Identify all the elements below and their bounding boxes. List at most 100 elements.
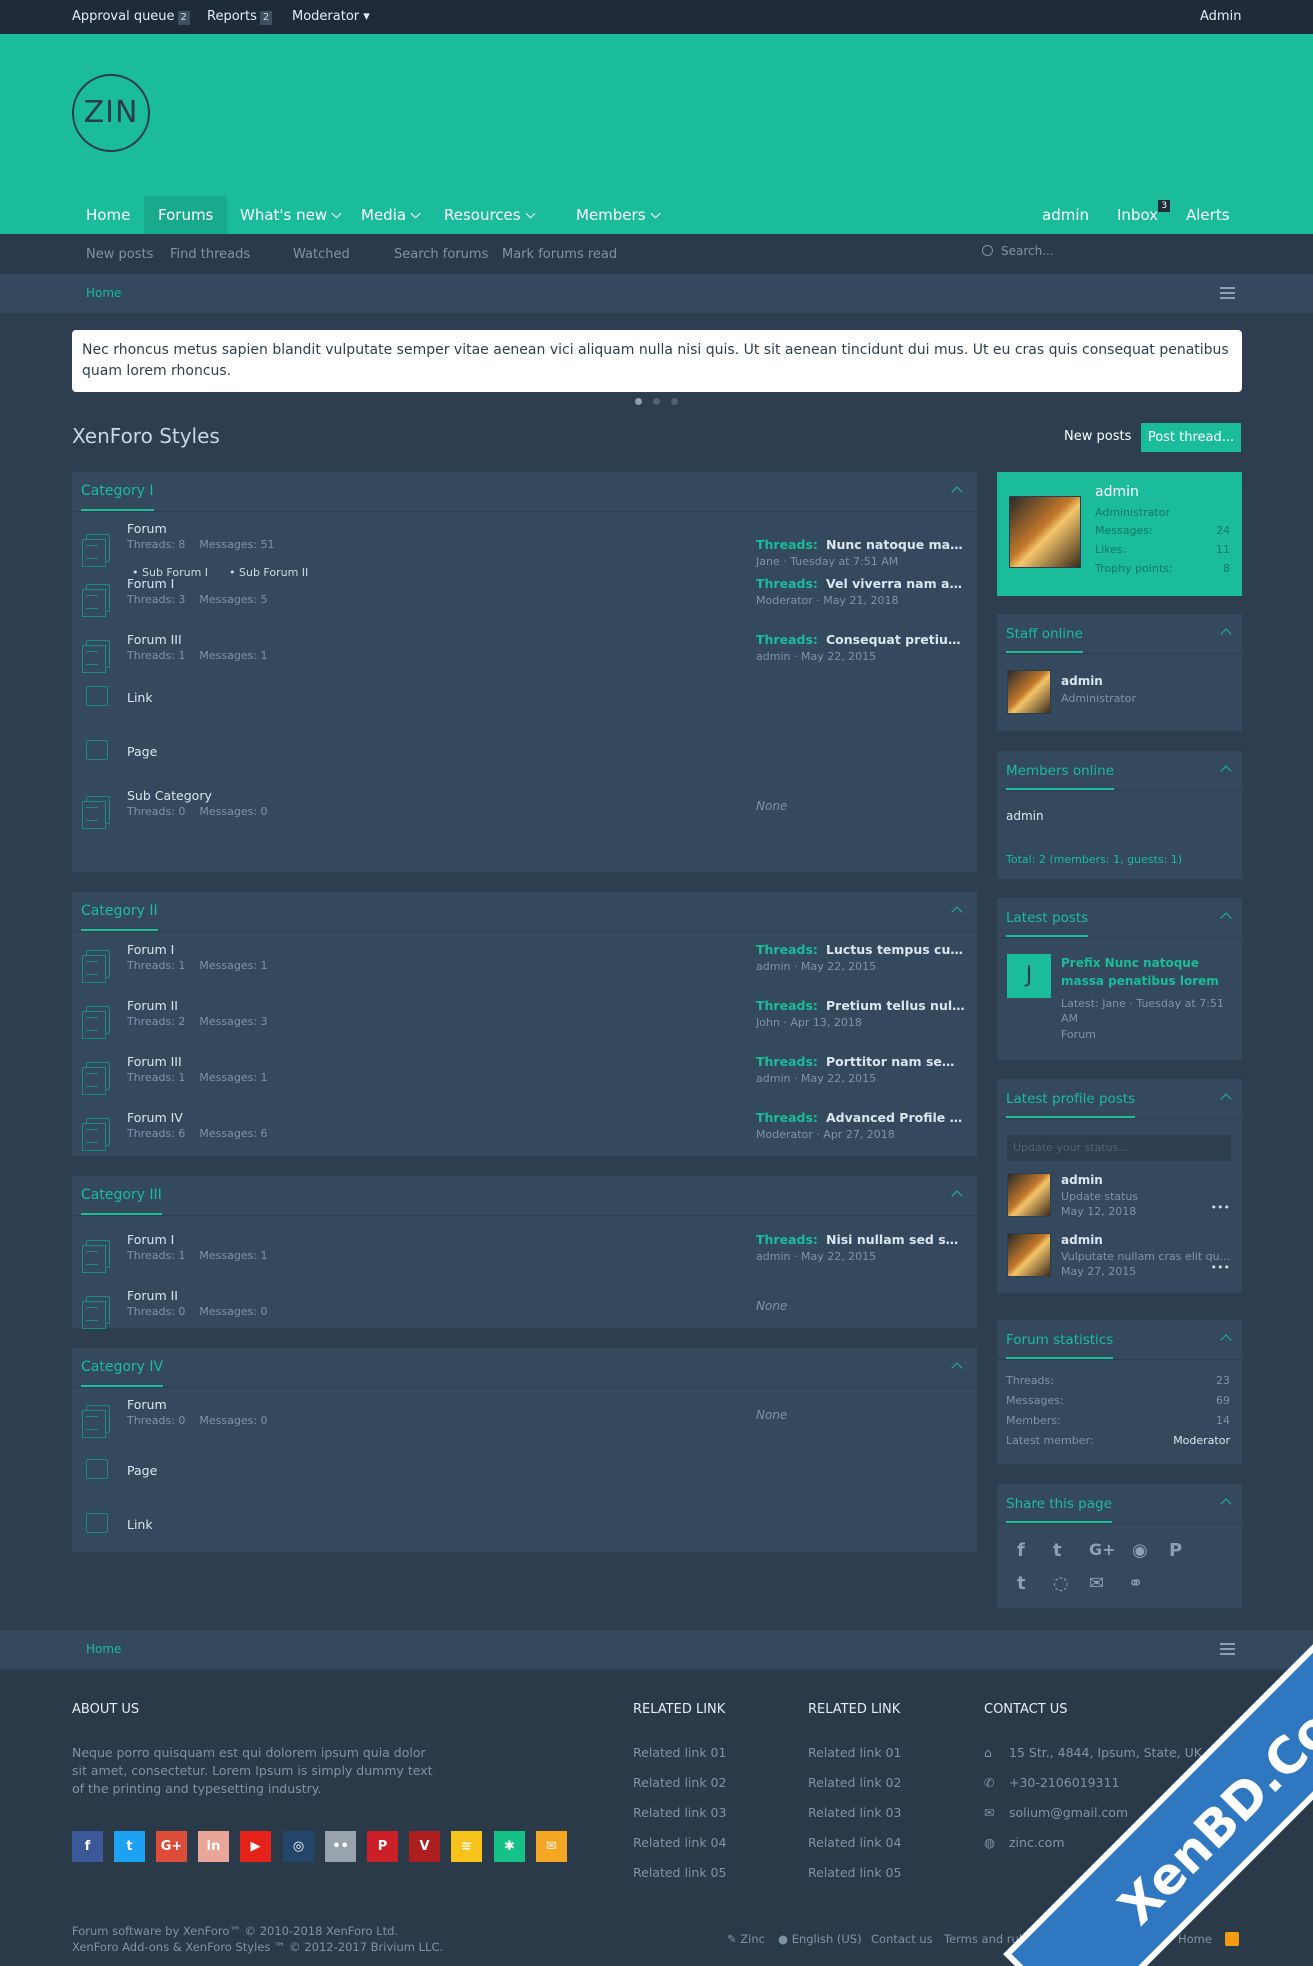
notice-dot[interactable]	[653, 398, 660, 405]
approval-queue-link[interactable]: Approval queue 2	[72, 9, 190, 25]
facebook-icon[interactable]: f	[1017, 1540, 1025, 1561]
help-link[interactable]: Help	[1138, 1932, 1164, 1946]
reports-link[interactable]: Reports 2	[207, 9, 273, 25]
collapse-icon[interactable]	[951, 1190, 963, 1202]
category-title[interactable]: Category I	[81, 483, 154, 511]
terms-link[interactable]: Terms and rules	[944, 1932, 1035, 1946]
related-link[interactable]: Related link 04	[633, 1835, 726, 1850]
more-icon[interactable]: •••	[1211, 1201, 1230, 1214]
breadcrumb-home[interactable]: Home	[86, 286, 121, 300]
home-link[interactable]: Home	[1178, 1932, 1212, 1946]
language-chooser-link[interactable]: ● English (US)	[778, 1932, 862, 1946]
collapse-icon[interactable]	[1220, 912, 1232, 924]
pinterest-icon[interactable]: P	[1169, 1540, 1182, 1561]
rss-icon[interactable]	[1225, 1932, 1239, 1946]
latest-thread-link[interactable]: Luctus tempus cura...	[826, 942, 966, 957]
email-icon[interactable]: ✉	[1089, 1573, 1104, 1594]
category-title[interactable]: Category IV	[81, 1359, 164, 1387]
admin-link[interactable]: Admin	[1200, 9, 1241, 24]
flickr-icon[interactable]: ••	[325, 1831, 356, 1862]
google-plus-icon[interactable]: G+	[156, 1831, 187, 1862]
subnav-search-forums[interactable]: Search forums	[394, 247, 488, 262]
google-plus-icon[interactable]: G+	[1089, 1540, 1116, 1559]
latest-thread-link[interactable]: Pretium tellus nulla ...	[826, 998, 966, 1013]
subnav-find-threads[interactable]: Find threads	[170, 247, 250, 262]
category-title[interactable]: Category II	[81, 903, 158, 931]
related-link[interactable]: Related link 02	[808, 1775, 901, 1790]
related-link[interactable]: Related link 03	[633, 1805, 726, 1820]
latest-thread-link[interactable]: Nisi nullam sed sem ...	[826, 1232, 966, 1247]
nav-media[interactable]: Media	[347, 196, 433, 234]
contact-us-link[interactable]: Contact us	[871, 1932, 933, 1946]
twitter-icon[interactable]: t	[1053, 1540, 1062, 1561]
subnav-new-posts[interactable]: New posts	[86, 247, 153, 262]
xing-icon[interactable]: ✱	[494, 1831, 525, 1862]
tumblr-icon[interactable]: t	[1017, 1573, 1026, 1594]
reddit-icon[interactable]: ◉	[1132, 1540, 1148, 1561]
collapse-icon[interactable]	[1220, 765, 1232, 777]
related-link[interactable]: Related link 03	[808, 1805, 901, 1820]
dribbble-icon[interactable]: ◎	[283, 1831, 314, 1862]
site-logo[interactable]: ZIN	[72, 74, 150, 152]
related-link[interactable]: Related link 01	[633, 1745, 726, 1760]
collapse-icon[interactable]	[951, 906, 963, 918]
nav-inbox[interactable]: Inbox 3	[1103, 196, 1172, 234]
notice-dot-active[interactable]	[635, 398, 642, 405]
nav-user-admin[interactable]: admin	[1028, 196, 1103, 234]
collapse-icon[interactable]	[1220, 1498, 1232, 1510]
latest-post-link[interactable]: Prefix Nunc natoque massa penatibus lore…	[1061, 954, 1231, 990]
status-update-input[interactable]: Update your status...	[1007, 1135, 1231, 1161]
pinterest-icon[interactable]: P	[367, 1831, 398, 1862]
nav-home[interactable]: Home	[72, 196, 144, 234]
related-link[interactable]: Related link 05	[808, 1865, 901, 1880]
style-chooser-link[interactable]: ✎ Zinc	[727, 1932, 765, 1946]
avatar[interactable]	[1007, 1173, 1051, 1217]
whatsapp-icon[interactable]: ◌	[1053, 1573, 1069, 1594]
nav-forums[interactable]: Forums	[144, 196, 228, 234]
notice-dot[interactable]	[671, 398, 678, 405]
subnav-mark-read[interactable]: Mark forums read	[502, 247, 617, 262]
nav-resources[interactable]: Resources	[430, 196, 548, 234]
menu-icon[interactable]	[1220, 1643, 1235, 1655]
collapse-icon[interactable]	[951, 486, 963, 498]
facebook-icon[interactable]: f	[72, 1831, 103, 1862]
collapse-icon[interactable]	[1220, 628, 1232, 640]
vimeo-icon[interactable]: V	[409, 1831, 440, 1862]
more-icon[interactable]: •••	[1211, 1261, 1230, 1274]
youtube-icon[interactable]: ▶	[240, 1831, 271, 1862]
latest-thread-link[interactable]: Vel viverra nam ante...	[826, 576, 966, 591]
visitor-name[interactable]: admin	[1095, 484, 1139, 500]
collapse-icon[interactable]	[1220, 1093, 1232, 1105]
post-thread-button[interactable]: Post thread...	[1141, 423, 1241, 452]
related-link[interactable]: Related link 04	[808, 1835, 901, 1850]
latest-thread-link[interactable]: Consequat pretium ...	[826, 632, 966, 647]
collapse-icon[interactable]	[1220, 1334, 1232, 1346]
linkedin-icon[interactable]: in	[198, 1831, 229, 1862]
subnav-watched[interactable]: Watched	[293, 247, 350, 262]
collapse-icon[interactable]	[951, 1362, 963, 1374]
mail-icon[interactable]: ✉	[536, 1831, 567, 1862]
link-icon[interactable]: ⚭	[1128, 1573, 1143, 1594]
nav-members[interactable]: Members	[562, 196, 673, 234]
avatar[interactable]	[1009, 496, 1081, 568]
subforum-link[interactable]: • Sub Forum II	[229, 566, 308, 579]
new-posts-button[interactable]: New posts	[1064, 429, 1131, 444]
related-link[interactable]: Related link 05	[633, 1865, 726, 1880]
moderator-menu[interactable]: Moderator ▾	[292, 9, 370, 24]
breadcrumb-home[interactable]: Home	[86, 1642, 121, 1656]
privacy-link[interactable]: Privacy policy	[1042, 1932, 1121, 1946]
latest-thread-link[interactable]: Advanced Profile Post	[826, 1110, 966, 1125]
nav-alerts[interactable]: Alerts	[1172, 196, 1244, 234]
avatar[interactable]: J	[1007, 954, 1051, 998]
rss-icon[interactable]: ≋	[451, 1831, 482, 1862]
nav-whats-new[interactable]: What's new	[226, 196, 354, 234]
avatar[interactable]	[1007, 670, 1051, 714]
avatar[interactable]	[1007, 1233, 1051, 1277]
latest-thread-link[interactable]: Nunc natoque massa...	[826, 537, 966, 552]
latest-thread-link[interactable]: Porttitor nam sem n...	[826, 1054, 966, 1069]
related-link[interactable]: Related link 02	[633, 1775, 726, 1790]
search-input[interactable]: Search...	[982, 244, 1054, 258]
menu-icon[interactable]	[1220, 287, 1235, 299]
category-title[interactable]: Category III	[81, 1187, 162, 1215]
related-link[interactable]: Related link 01	[808, 1745, 901, 1760]
